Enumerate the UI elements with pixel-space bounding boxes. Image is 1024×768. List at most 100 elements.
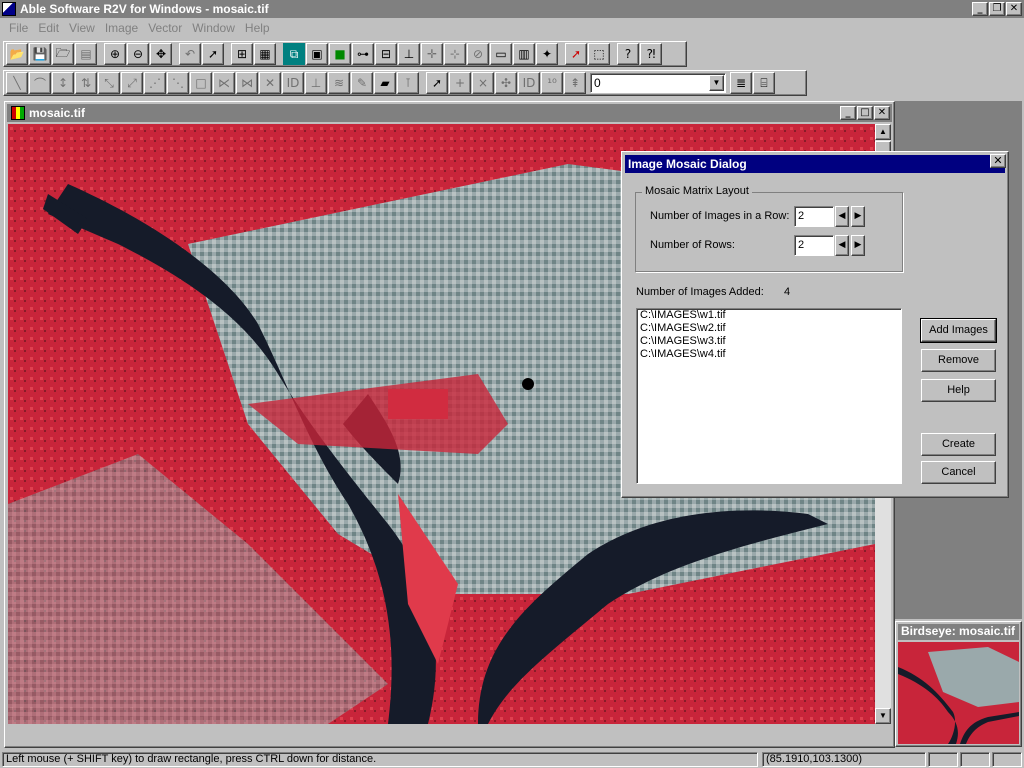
help-icon[interactable]: ? <box>617 43 639 65</box>
rows-decrement-icon[interactable]: ◀ <box>835 235 849 256</box>
select-box-icon[interactable]: ⬚ <box>588 43 610 65</box>
close-button[interactable]: ✕ <box>1006 2 1022 16</box>
zoom-out-icon[interactable]: ⊖ <box>127 43 149 65</box>
menu-file[interactable]: File <box>4 21 33 35</box>
label-icon[interactable]: ▥ <box>513 43 535 65</box>
cancel-button[interactable]: Cancel <box>921 461 996 484</box>
join-icon[interactable]: ⊥ <box>398 43 420 65</box>
select-erase-icon[interactable]: ➚ <box>565 43 587 65</box>
edit-icon[interactable]: ✎ <box>351 72 373 94</box>
fill-icon[interactable]: ▰ <box>374 72 396 94</box>
point-elev-icon[interactable]: ⇞ <box>564 72 586 94</box>
scroll-down-button[interactable]: ▼ <box>875 708 891 724</box>
split-icon[interactable]: ⊟ <box>375 43 397 65</box>
target-icon[interactable]: ✦ <box>536 43 558 65</box>
node-icon[interactable]: ⋱ <box>167 72 189 94</box>
control-point-icon[interactable]: ⊺ <box>397 72 419 94</box>
add-images-button[interactable]: Add Images <box>920 318 997 343</box>
add-point-icon[interactable]: + <box>449 72 471 94</box>
birdseye-title[interactable]: Birdseye: mosaic.tif <box>898 624 1019 640</box>
status-coordinates: (85.1910,103.1300) <box>762 752 926 767</box>
move-point-icon[interactable]: ✣ <box>495 72 517 94</box>
contour-icon[interactable]: ≋ <box>328 72 350 94</box>
box-icon[interactable]: □ <box>190 72 212 94</box>
undo-icon[interactable]: ↶ <box>179 43 201 65</box>
pan-icon[interactable]: ✥ <box>150 43 172 65</box>
row-images-input[interactable]: 2 <box>794 206 834 227</box>
save-icon[interactable]: 💾 <box>29 43 51 65</box>
print-icon[interactable]: ▤ <box>75 43 97 65</box>
minimize-button[interactable]: _ <box>972 2 988 16</box>
list-item[interactable]: C:\IMAGES\w4.tif <box>637 348 901 361</box>
remove-point-icon[interactable]: × <box>472 72 494 94</box>
create-button[interactable]: Create <box>921 433 996 456</box>
list-item[interactable]: C:\IMAGES\w2.tif <box>637 322 901 335</box>
menu-view[interactable]: View <box>64 21 100 35</box>
row-images-label: Number of Images in a Row: <box>650 210 790 222</box>
remove-button[interactable]: Remove <box>921 349 996 372</box>
attribute-icon[interactable]: ⊥ <box>305 72 327 94</box>
zoom-in-icon[interactable]: ⊕ <box>104 43 126 65</box>
dialog-close-icon[interactable]: ✕ <box>990 154 1006 168</box>
dialog-title[interactable]: Image Mosaic Dialog <box>625 155 1005 173</box>
menu-window[interactable]: Window <box>187 21 240 35</box>
smooth-icon[interactable]: ⋰ <box>144 72 166 94</box>
cross-icon[interactable]: ✛ <box>421 43 443 65</box>
open-folder-icon[interactable]: 🗁 <box>52 43 74 65</box>
mosaic-icon[interactable]: ⧉ <box>283 43 305 65</box>
node-line-icon[interactable]: ⊶ <box>352 43 374 65</box>
table-icon[interactable]: ▦ <box>254 43 276 65</box>
point-value-icon[interactable]: ¹⁰ <box>541 72 563 94</box>
id-icon[interactable]: ID <box>282 72 304 94</box>
help-button[interactable]: Help <box>921 379 996 402</box>
menu-image[interactable]: Image <box>100 21 143 35</box>
vertical-icon[interactable]: ↕ <box>52 72 74 94</box>
list-item[interactable]: C:\IMAGES\w1.tif <box>637 309 901 322</box>
menu-edit[interactable]: Edit <box>33 21 64 35</box>
diagonal-icon[interactable]: ⤡ <box>98 72 120 94</box>
rectangle-icon[interactable]: ■ <box>329 43 351 65</box>
frame-icon[interactable]: ▣ <box>306 43 328 65</box>
ruler-icon[interactable]: ▭ <box>490 43 512 65</box>
scroll-up-button[interactable]: ▲ <box>875 124 891 140</box>
rows-label: Number of Rows: <box>650 239 735 251</box>
birdseye-map[interactable] <box>898 642 1019 744</box>
reshape-icon[interactable]: ⤢ <box>121 72 143 94</box>
child-close-button[interactable]: ✕ <box>874 106 890 120</box>
pointer-icon[interactable]: ➚ <box>202 43 224 65</box>
app-icon[interactable] <box>2 2 16 16</box>
image-file-list[interactable]: C:\IMAGES\w1.tif C:\IMAGES\w2.tif C:\IMA… <box>636 308 902 484</box>
child-minimize-button[interactable]: _ <box>840 106 856 120</box>
images-added-count: 4 <box>784 286 791 298</box>
image-window-title-bar[interactable]: mosaic.tif _ □ ✕ <box>7 104 892 122</box>
curve-tool-icon[interactable]: ⌒ <box>29 72 51 94</box>
list-item[interactable]: C:\IMAGES\w3.tif <box>637 335 901 348</box>
child-maximize-button[interactable]: □ <box>857 106 873 120</box>
move-vertex-icon[interactable]: ⇅ <box>75 72 97 94</box>
row-images-increment-icon[interactable]: ▶ <box>851 206 865 227</box>
level-combo[interactable]: 0 ▼ <box>590 73 726 93</box>
line-tool-icon[interactable]: ╲ <box>6 72 28 94</box>
rows-increment-icon[interactable]: ▶ <box>851 235 865 256</box>
status-pane <box>960 752 990 767</box>
open-icon[interactable]: 📂 <box>6 43 28 65</box>
delete-icon[interactable]: ✕ <box>259 72 281 94</box>
link-icon[interactable]: ⋈ <box>236 72 258 94</box>
app-title-bar[interactable]: Able Software R2V for Windows - mosaic.t… <box>0 0 1024 18</box>
layer-table-icon[interactable]: ⌸ <box>753 72 775 94</box>
context-help-icon[interactable]: ⁈ <box>640 43 662 65</box>
grid-icon[interactable]: ⊞ <box>231 43 253 65</box>
select-icon[interactable]: ➚ <box>426 72 448 94</box>
point-id-icon[interactable]: ID <box>518 72 540 94</box>
no-icon[interactable]: ⊘ <box>467 43 489 65</box>
row-images-decrement-icon[interactable]: ◀ <box>835 206 849 227</box>
break-icon[interactable]: ⋉ <box>213 72 235 94</box>
restore-button[interactable]: ❐ <box>989 2 1005 16</box>
menu-vector[interactable]: Vector <box>143 21 187 35</box>
layers-icon[interactable]: ≣ <box>730 72 752 94</box>
menu-help[interactable]: Help <box>240 21 275 35</box>
point-icon[interactable]: ⊹ <box>444 43 466 65</box>
chevron-down-icon[interactable]: ▼ <box>709 75 724 91</box>
birdseye-window: Birdseye: mosaic.tif <box>895 621 1022 747</box>
rows-input[interactable]: 2 <box>794 235 834 256</box>
